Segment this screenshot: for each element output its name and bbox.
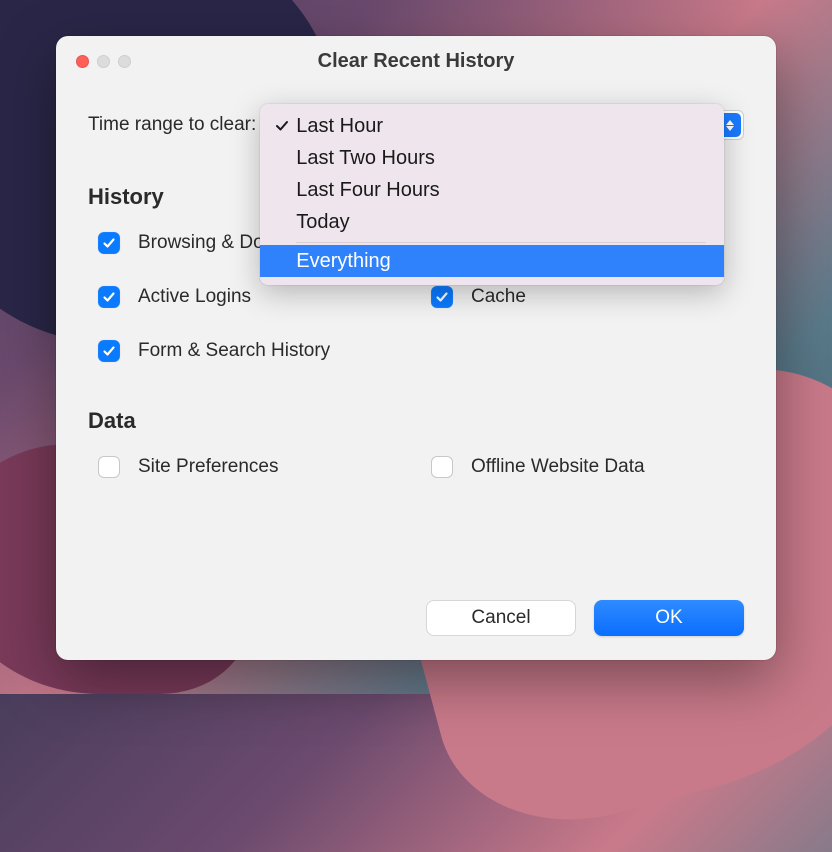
titlebar: Clear Recent History [56, 36, 776, 86]
checkbox-form-search-history[interactable] [98, 340, 120, 362]
time-range-dropdown: Last Hour Last Two Hours Last Four Hours… [260, 104, 724, 285]
dropdown-label: Last Two Hours [296, 147, 435, 170]
dropdown-label: Today [296, 211, 349, 234]
dropdown-label: Last Four Hours [296, 179, 439, 202]
clear-history-dialog: Clear Recent History Time range to clear… [56, 36, 776, 660]
time-range-label: Time range to clear: [88, 114, 256, 136]
dropdown-label: Everything [296, 250, 391, 273]
label-site-preferences: Site Preferences [138, 456, 278, 478]
dropdown-option-today[interactable]: Today [260, 206, 724, 238]
ok-button[interactable]: OK [594, 600, 744, 636]
checkbox-browsing-history[interactable] [98, 232, 120, 254]
label-offline-website-data: Offline Website Data [471, 456, 645, 478]
dropdown-separator [296, 242, 706, 243]
checkbox-cache[interactable] [431, 286, 453, 308]
dropdown-option-last-two-hours[interactable]: Last Two Hours [260, 142, 724, 174]
window-title: Clear Recent History [56, 50, 776, 73]
checkbox-offline-website-data[interactable] [431, 456, 453, 478]
dropdown-option-everything[interactable]: Everything [260, 245, 724, 277]
checkmark-icon [272, 119, 292, 133]
cancel-button[interactable]: Cancel [426, 600, 576, 636]
label-active-logins: Active Logins [138, 286, 251, 308]
label-cache: Cache [471, 286, 526, 308]
dropdown-option-last-hour[interactable]: Last Hour [260, 110, 724, 142]
checkbox-active-logins[interactable] [98, 286, 120, 308]
checkbox-site-preferences[interactable] [98, 456, 120, 478]
data-section-title: Data [88, 408, 744, 434]
dropdown-option-last-four-hours[interactable]: Last Four Hours [260, 174, 724, 206]
dropdown-label: Last Hour [296, 115, 383, 138]
label-form-search-history: Form & Search History [138, 340, 330, 362]
